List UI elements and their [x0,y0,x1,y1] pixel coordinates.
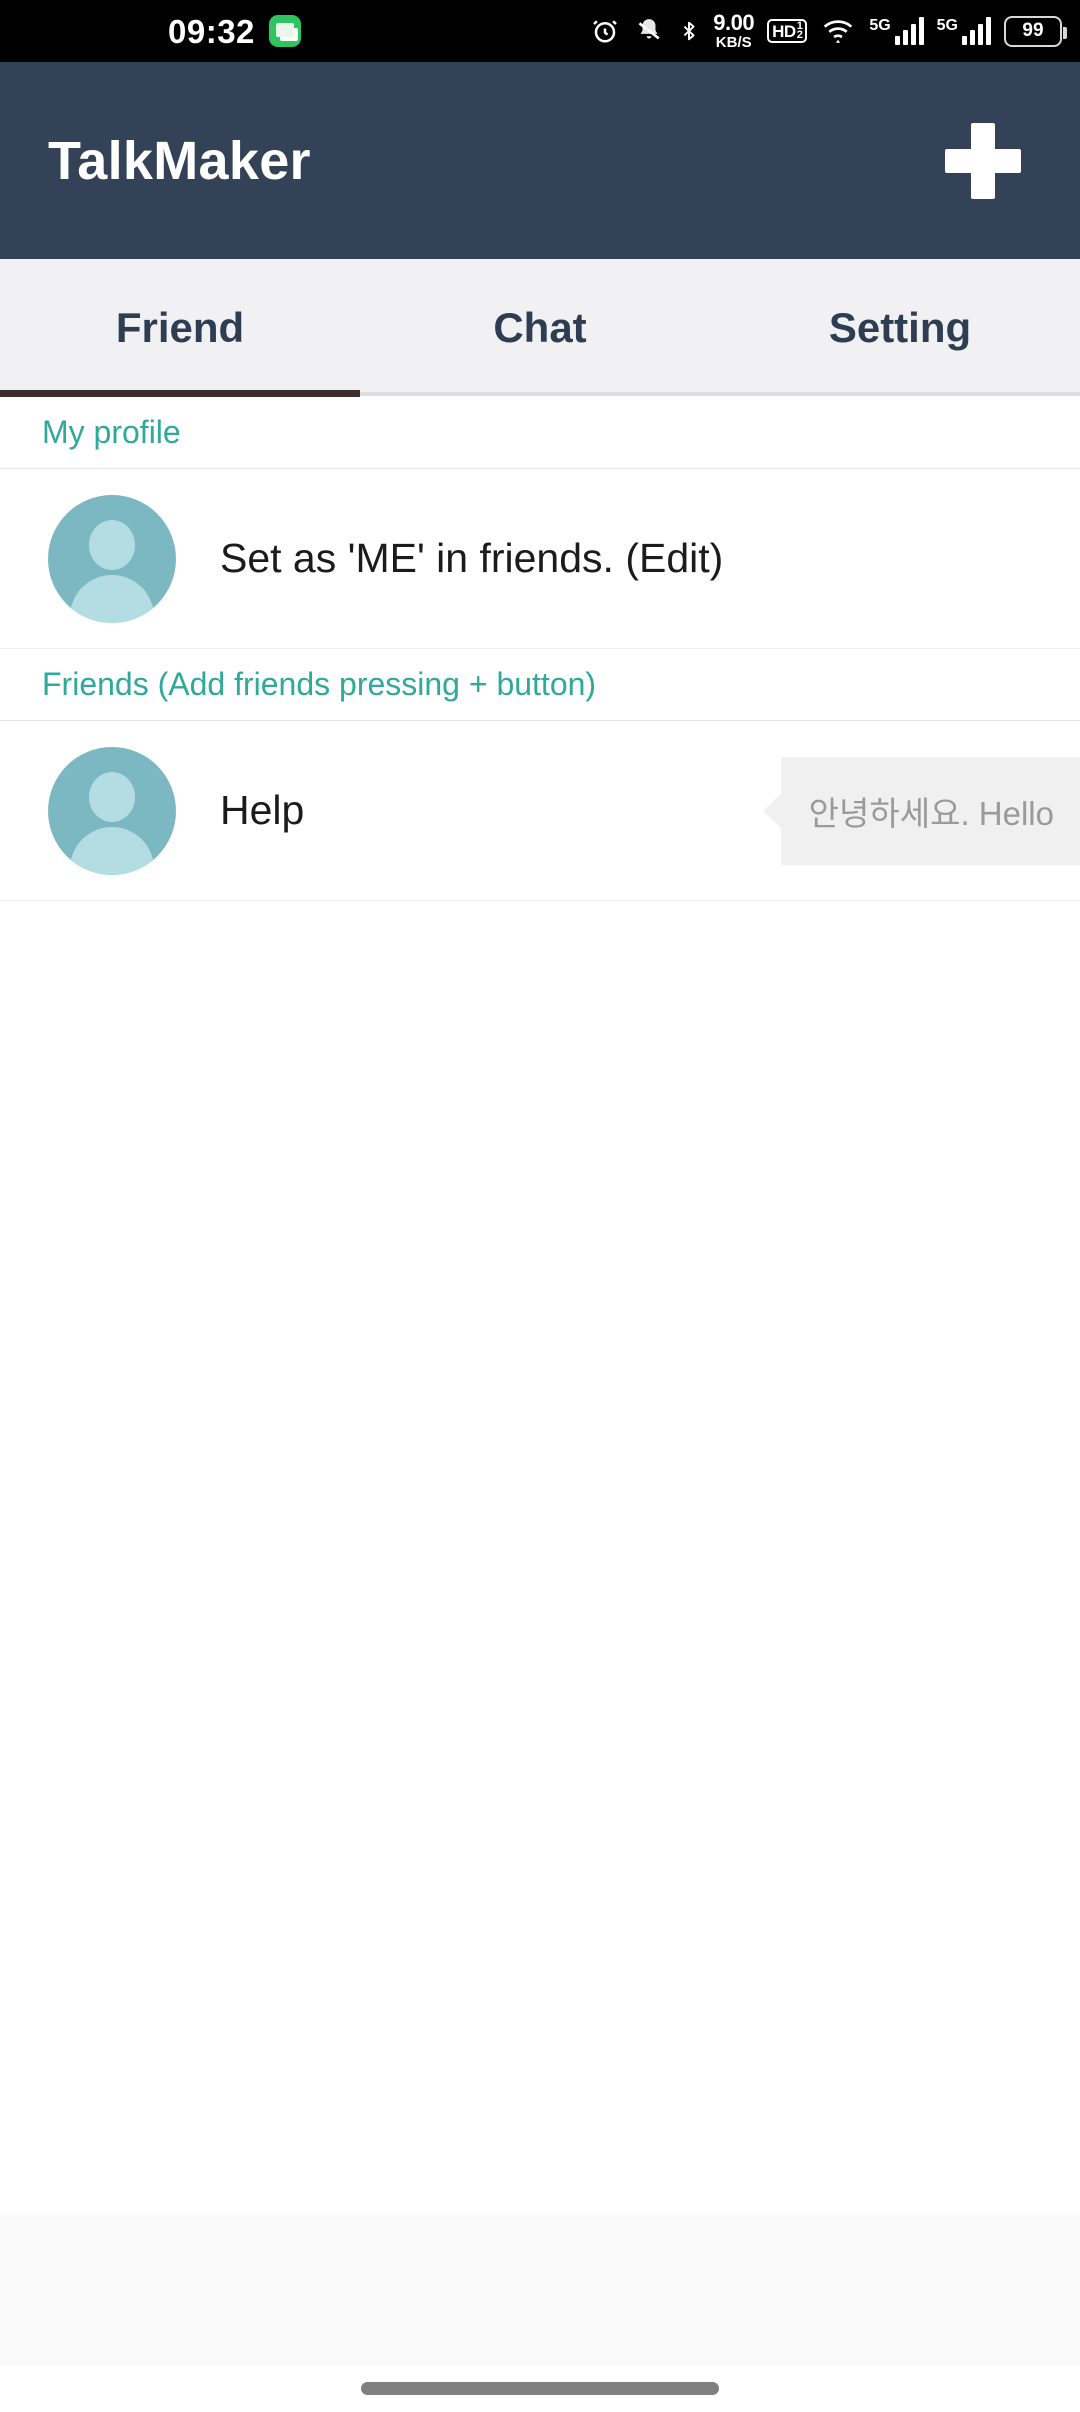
plus-icon-vertical [971,122,995,199]
avatar-head [89,519,135,570]
network-speed-unit: KB/S [715,34,752,51]
status-bar: 09:32 9.00 KB/S HD 1 2 5G 5G 99 [0,0,1080,62]
section-header-my-profile: My profile [0,397,1080,469]
network-speed-indicator: 9.00 KB/S [713,10,755,51]
battery-indicator: 99 [1004,15,1067,47]
hd-voice-icon: HD 1 2 [767,18,808,44]
person-avatar-icon [48,746,176,875]
tab-bar-underline [360,392,1080,396]
bell-mute-icon [638,19,660,40]
tab-chat[interactable]: Chat [360,259,720,396]
bottom-banner-area [0,2215,1080,2365]
add-friend-button[interactable] [928,106,1038,216]
app-bar: TalkMaker [0,62,1080,259]
tab-setting[interactable]: Setting [720,259,1080,396]
sim2-signal-bars [962,17,991,45]
alarm-clock-icon [593,20,618,43]
gesture-navigation-pill[interactable] [361,2382,719,2395]
hd-label: HD [772,21,796,41]
system-navigation-bar [0,2365,1080,2412]
hd-sub: 2 [796,29,803,41]
section-header-friends: Friends (Add friends pressing + button) [0,649,1080,721]
sim2-network-type: 5G [936,17,958,34]
sim1-signal-bars [894,17,924,45]
avatar-body [70,826,154,875]
bluetooth-icon [684,21,695,41]
my-profile-name: Set as 'ME' in friends. (Edit) [220,535,724,581]
tab-bar: Friend Chat Setting [0,259,1080,396]
status-bar-clock: 09:32 [168,12,255,50]
list-item-friend-help[interactable]: Help 안녕하세요. Hello [0,721,1080,901]
wifi-icon [824,20,853,43]
app-title: TalkMaker [48,130,311,191]
sim1-network-type: 5G [869,17,891,34]
list-item-my-profile[interactable]: Set as 'ME' in friends. (Edit) [0,469,1080,649]
friend-name: Help [220,787,305,833]
tab-friend[interactable]: Friend [0,259,360,396]
network-speed-value: 9.00 [713,10,755,35]
avatar-body [70,574,154,623]
sim1-signal-indicator: 5G [869,17,924,45]
status-bar-right: 9.00 KB/S HD 1 2 5G 5G 99 [590,10,1067,51]
status-bar-left: 09:32 [168,15,301,48]
friend-list: My profile Set as 'ME' in friends. (Edit… [0,397,1080,2215]
sim2-signal-indicator: 5G [937,17,991,45]
battery-percent-label: 99 [1022,20,1044,41]
active-tab-indicator [0,390,360,397]
friend-status-bubble: 안녕하세요. Hello [780,756,1080,865]
person-avatar-icon [48,494,176,623]
message-icon [268,15,301,47]
phone-screen: 09:32 9.00 KB/S HD 1 2 5G 5G 99 TalkMake… [0,0,1080,2412]
avatar-head [89,771,135,822]
